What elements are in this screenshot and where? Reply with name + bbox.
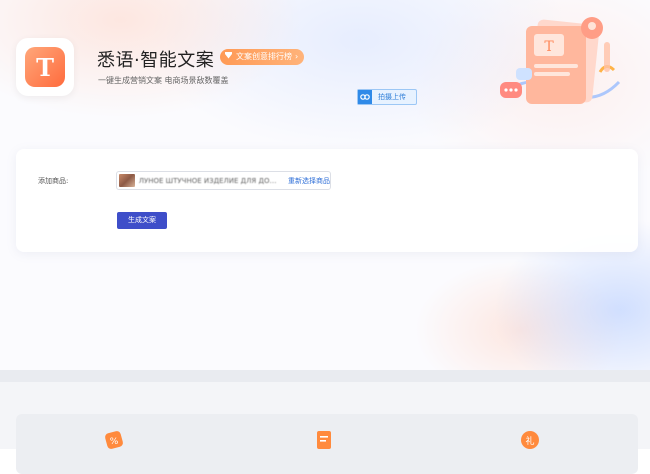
- selected-product-field[interactable]: ЛУНОЕ ШТУЧНОЕ ИЗДЕЛИЕ ДЛЯ ДОМА СКЕЕ... 重…: [116, 171, 331, 190]
- add-product-label: 添加商品:: [38, 177, 69, 185]
- product-name: ЛУНОЕ ШТУЧНОЕ ИЗДЕЛИЕ ДЛЯ ДОМА СКЕЕ...: [138, 176, 280, 185]
- diamond-icon: [224, 49, 233, 65]
- photo-upload-label: 拍摄上传: [378, 93, 406, 101]
- percent-tag-icon: %: [104, 428, 126, 450]
- ranking-badge-label: 文案创意排行榜: [236, 52, 292, 61]
- svg-text:%: %: [110, 437, 119, 447]
- document-icon: [314, 428, 336, 450]
- photo-upload-button[interactable]: 拍摄上传: [357, 89, 417, 105]
- illustration-doc-letter: T: [544, 39, 554, 55]
- reselect-product-link[interactable]: 重新选择商品: [288, 176, 330, 186]
- orange-badge-text: 礼: [525, 435, 534, 447]
- app-logo-letter: T: [36, 52, 54, 82]
- product-thumbnail: [119, 174, 135, 187]
- app-logo: T: [16, 38, 74, 96]
- app-title: 悉语·智能文案: [97, 50, 215, 71]
- app-logo-mark: T: [25, 47, 65, 87]
- generate-copy-button[interactable]: 生成文案: [117, 212, 167, 229]
- page-subtitle: 一键生成营销文案 电商场景敌数覆盖: [98, 76, 229, 85]
- camera-icon: [358, 90, 372, 104]
- creative-ranking-badge[interactable]: 文案创意排行榜 ›: [220, 49, 305, 65]
- header-illustration: T: [494, 12, 624, 112]
- orange-badge-icon: 礼: [519, 428, 541, 450]
- chevron-right-icon: ›: [295, 52, 299, 61]
- product-form-card: 添加商品: ЛУНОЕ ШТУЧНОЕ ИЗДЕЛИЕ ДЛЯ ДОМА СКЕ…: [16, 149, 638, 252]
- section-divider: [0, 370, 650, 382]
